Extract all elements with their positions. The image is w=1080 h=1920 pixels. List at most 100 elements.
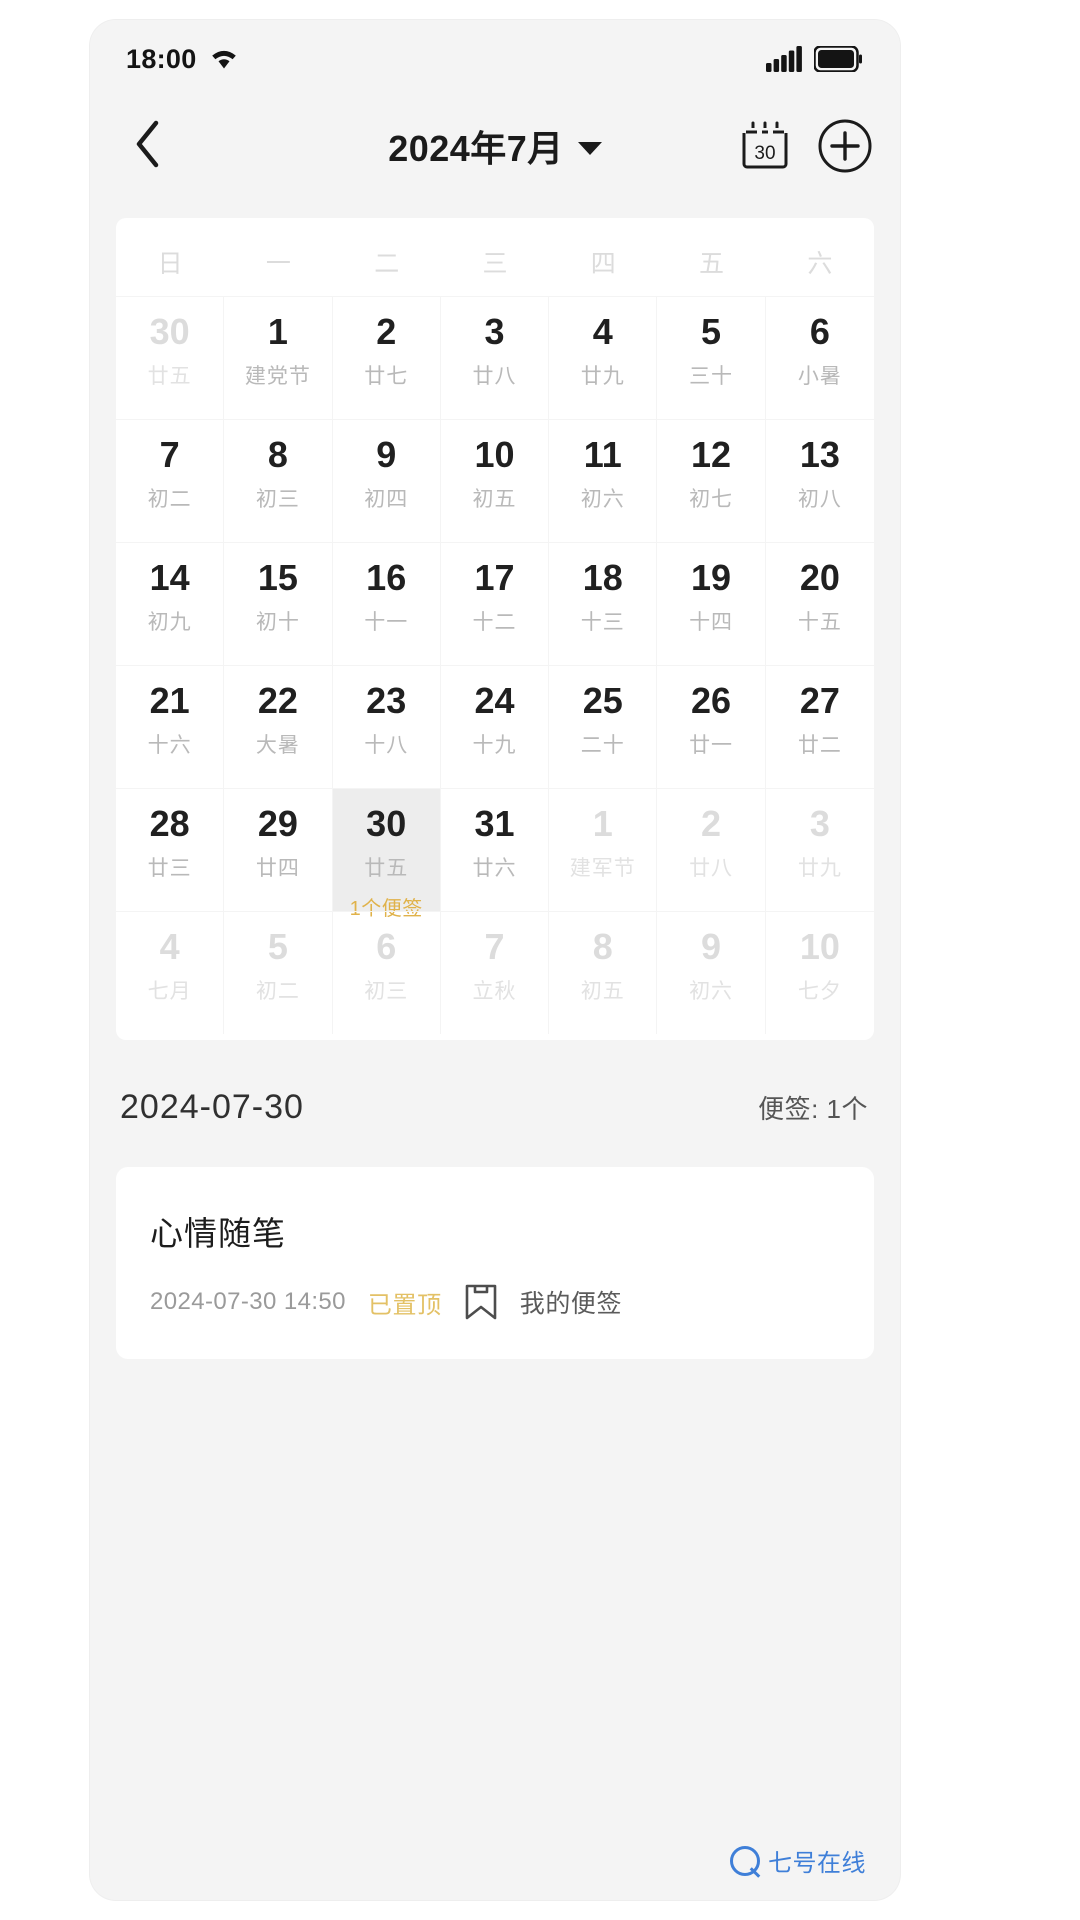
calendar-day[interactable]: 12 初七 <box>657 419 766 542</box>
day-lunar-label: 初三 <box>364 979 409 1003</box>
note-count-label: 便签: 1个 <box>758 1094 868 1124</box>
note-title: 心情随笔 <box>150 1215 286 1252</box>
calendar-day[interactable]: 24 十九 <box>440 665 550 788</box>
day-number: 4 <box>592 311 613 352</box>
calendar-day[interactable]: 21 十六 <box>116 665 225 788</box>
day-number: 2 <box>701 803 722 844</box>
calendar-day[interactable]: 11 初六 <box>549 419 658 542</box>
calendar-day[interactable]: 25 二十 <box>549 665 658 788</box>
calendar-day[interactable]: 8 初五 <box>549 911 658 1034</box>
day-lunar-label: 十三 <box>580 610 625 634</box>
calendar-day[interactable]: 9 初六 <box>657 911 766 1034</box>
day-number: 30 <box>149 311 190 352</box>
day-lunar-label: 七夕 <box>797 979 842 1003</box>
calendar-day[interactable]: 31 廿六 <box>440 788 550 911</box>
back-button[interactable] <box>116 114 180 178</box>
weekday-label: 日 <box>157 250 183 278</box>
cellular-signal-icon <box>766 46 802 72</box>
day-number: 9 <box>701 926 722 967</box>
day-number: 5 <box>267 926 288 967</box>
day-number: 15 <box>257 557 298 598</box>
day-lunar-label: 廿二 <box>797 733 842 757</box>
day-number: 8 <box>267 434 288 475</box>
calendar-day[interactable]: 4 廿九 <box>549 296 658 419</box>
weekday-label: 一 <box>265 250 291 278</box>
day-number: 2 <box>376 311 397 352</box>
calendar-day[interactable]: 5 三十 <box>657 296 766 419</box>
day-number: 4 <box>159 926 180 967</box>
day-number: 14 <box>149 557 190 598</box>
day-lunar-label: 十四 <box>689 610 734 634</box>
day-lunar-label: 廿五 <box>147 364 192 388</box>
day-number: 19 <box>691 557 732 598</box>
day-number: 13 <box>799 434 840 475</box>
calendar-day[interactable]: 22 大暑 <box>224 665 333 788</box>
calendar-day[interactable]: 20 十五 <box>765 542 874 665</box>
plus-circle-icon <box>818 119 872 173</box>
selected-date-summary: 2024-07-30 便签: 1个 <box>90 1040 900 1127</box>
calendar-day[interactable]: 1 建党节 <box>224 296 333 419</box>
day-number: 26 <box>691 680 732 721</box>
calendar-day[interactable]: 19 十四 <box>657 542 766 665</box>
calendar-day[interactable]: 16 十一 <box>332 542 441 665</box>
calendar-day[interactable]: 7 立秋 <box>440 911 550 1034</box>
today-button[interactable]: 30 <box>740 121 790 171</box>
calendar-day[interactable]: 27 廿二 <box>765 665 874 788</box>
calendar-day[interactable]: 8 初三 <box>224 419 333 542</box>
day-number: 30 <box>366 803 407 844</box>
note-card[interactable]: 心情随笔 2024-07-30 14:50 已置顶 我的便签 <box>116 1167 874 1359</box>
calendar-day[interactable]: 2 廿七 <box>332 296 441 419</box>
calendar-day[interactable]: 15 初十 <box>224 542 333 665</box>
day-lunar-label: 十二 <box>472 610 517 634</box>
phone-screen: 18:00 2024年7月 30 日 一 二 三 四 五 六 30 廿五 1 建… <box>90 20 900 1900</box>
calendar-day[interactable]: 6 初三 <box>332 911 441 1034</box>
calendar-day[interactable]: 23 十八 <box>332 665 441 788</box>
day-lunar-label: 廿六 <box>472 856 517 880</box>
calendar-day[interactable]: 26 廿一 <box>657 665 766 788</box>
calendar-day[interactable]: 3 廿九 <box>765 788 874 911</box>
add-note-button[interactable] <box>818 119 872 173</box>
wifi-icon <box>209 47 239 71</box>
calendar-day[interactable]: 7 初二 <box>116 419 225 542</box>
calendar-day[interactable]: 10 初五 <box>440 419 550 542</box>
selected-date-label: 2024-07-30 <box>120 1088 304 1126</box>
day-lunar-label: 初五 <box>472 487 517 511</box>
calendar-day-selected[interactable]: 30 廿五 1个便签 <box>332 788 441 920</box>
calendar-day[interactable]: 9 初四 <box>332 419 441 542</box>
day-lunar-label: 三十 <box>689 364 734 388</box>
day-lunar-label: 建党节 <box>244 364 311 388</box>
watermark: 七号在线 <box>730 1843 866 1878</box>
calendar-day[interactable]: 2 廿八 <box>657 788 766 911</box>
day-lunar-label: 十八 <box>364 733 409 757</box>
day-number: 27 <box>799 680 840 721</box>
weekday-label: 四 <box>590 250 616 278</box>
note-meta: 2024-07-30 14:50 已置顶 我的便签 <box>150 1283 840 1321</box>
calendar-day[interactable]: 18 十三 <box>549 542 658 665</box>
watermark-text: 七号在线 <box>768 1850 866 1877</box>
calendar-day[interactable]: 29 廿四 <box>224 788 333 911</box>
status-bar-left: 18:00 <box>126 44 239 75</box>
calendar-day[interactable]: 6 小暑 <box>765 296 874 419</box>
calendar-day[interactable]: 17 十二 <box>440 542 550 665</box>
calendar-day[interactable]: 10 七夕 <box>765 911 874 1034</box>
day-number: 1 <box>592 803 613 844</box>
calendar-day[interactable]: 5 初二 <box>224 911 333 1034</box>
day-lunar-label: 十五 <box>797 610 842 634</box>
day-number: 16 <box>366 557 407 598</box>
calendar-day[interactable]: 3 廿八 <box>440 296 550 419</box>
weekday-header: 日一二三四五六 <box>116 218 874 296</box>
day-number: 10 <box>799 926 840 967</box>
calendar-day[interactable]: 28 廿三 <box>116 788 225 911</box>
calendar-day[interactable]: 14 初九 <box>116 542 225 665</box>
day-lunar-label: 初六 <box>580 487 625 511</box>
day-number: 31 <box>474 803 515 844</box>
calendar-day[interactable]: 4 七月 <box>116 911 225 1034</box>
status-bar-right <box>766 46 862 72</box>
calendar-day[interactable]: 30 廿五 <box>116 296 225 419</box>
day-lunar-label: 初十 <box>255 610 300 634</box>
day-number: 3 <box>809 803 830 844</box>
note-pinned-badge: 已置顶 <box>367 1291 442 1319</box>
calendar-day[interactable]: 13 初八 <box>765 419 874 542</box>
day-number: 20 <box>799 557 840 598</box>
calendar-day[interactable]: 1 建军节 <box>549 788 658 911</box>
